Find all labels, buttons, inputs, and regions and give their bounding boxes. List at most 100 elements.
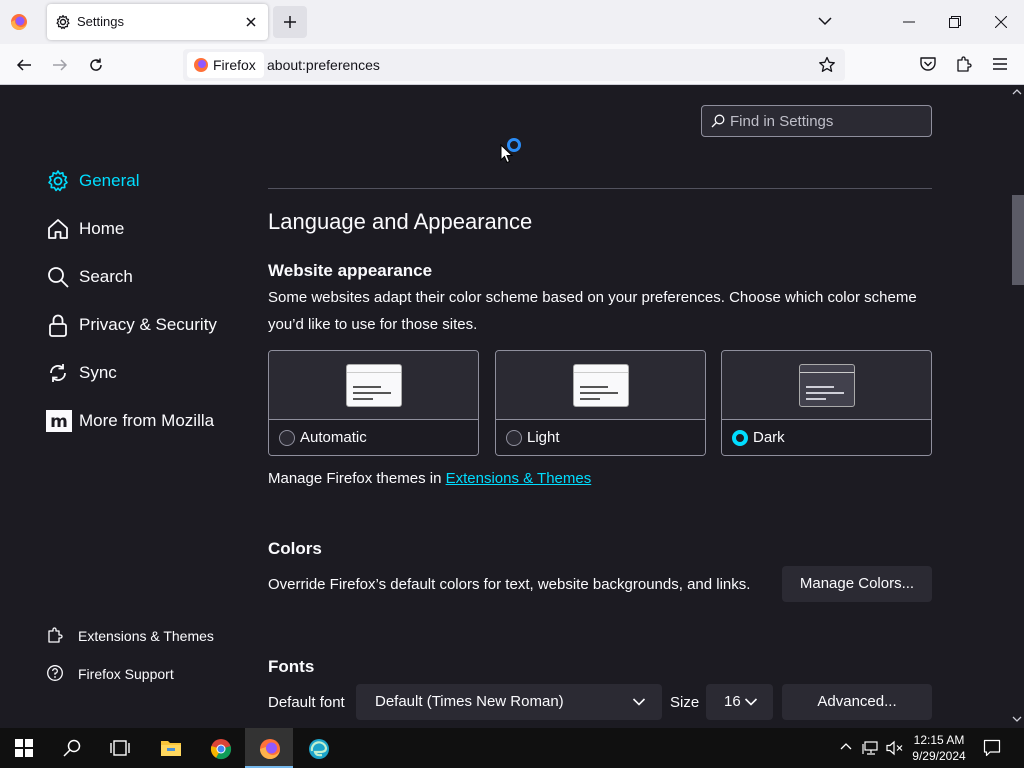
- taskbar-clock[interactable]: 12:15 AM 9/29/2024: [906, 732, 972, 764]
- find-in-settings[interactable]: [701, 105, 932, 137]
- edge-beta-button[interactable]: [294, 728, 342, 768]
- windows-logo-icon: [15, 739, 33, 757]
- sidebar-item-home[interactable]: Home: [44, 213, 244, 245]
- themes-note-text: Manage Firefox themes in: [268, 470, 446, 487]
- chrome-icon: [210, 739, 232, 760]
- show-hidden-icons-icon[interactable]: [839, 740, 853, 754]
- back-button[interactable]: [10, 52, 38, 78]
- tab-title: Settings: [77, 14, 124, 29]
- folder-icon: [161, 741, 181, 756]
- file-explorer-button[interactable]: [146, 728, 194, 768]
- sidebar-footer-label: Extensions & Themes: [78, 628, 214, 644]
- gear-icon: [56, 14, 70, 30]
- pocket-icon[interactable]: [919, 55, 937, 73]
- new-tab-button[interactable]: [273, 6, 307, 38]
- tab-settings[interactable]: Settings: [47, 4, 268, 40]
- edge-beta-icon: [309, 739, 329, 759]
- identity-box[interactable]: Firefox: [187, 52, 264, 78]
- forward-arrow-icon: [53, 59, 68, 71]
- scroll-down-arrow-icon[interactable]: [1012, 715, 1022, 723]
- section-title: Language and Appearance: [268, 209, 533, 234]
- mouse-cursor-icon: [500, 144, 514, 164]
- extensions-puzzle-icon[interactable]: [955, 55, 973, 73]
- restore-icon: [949, 16, 961, 28]
- chevron-down-icon: [744, 698, 758, 706]
- network-icon[interactable]: [862, 740, 880, 756]
- automatic-preview-icon: [346, 364, 402, 407]
- page-scrollbar[interactable]: [1007, 85, 1024, 728]
- firefox-logo-icon[interactable]: [10, 13, 28, 31]
- option-label: Light: [527, 429, 560, 446]
- task-view-button[interactable]: [96, 728, 144, 768]
- hamburger-menu-icon[interactable]: [991, 55, 1009, 73]
- font-size-label: Size: [670, 694, 700, 711]
- radio-automatic[interactable]: [279, 430, 295, 446]
- search-input[interactable]: [730, 106, 926, 136]
- restore-button[interactable]: [932, 0, 978, 44]
- theme-preview: [722, 351, 931, 420]
- sidebar-item-more-from-mozilla[interactable]: m More from Mozilla: [44, 405, 244, 437]
- close-tab-icon[interactable]: [242, 13, 260, 31]
- sidebar-item-label: More from Mozilla: [79, 411, 215, 430]
- manage-colors-button[interactable]: Manage Colors...: [782, 566, 932, 602]
- fonts-heading: Fonts: [268, 657, 315, 676]
- theme-preview: [496, 351, 705, 420]
- mozilla-icon: m: [46, 410, 72, 432]
- close-window-button[interactable]: [978, 0, 1024, 44]
- default-font-label: Default font: [268, 694, 345, 711]
- minimize-button[interactable]: [886, 0, 932, 44]
- appearance-option-dark[interactable]: Dark: [721, 350, 932, 456]
- bookmark-star-icon[interactable]: [818, 56, 836, 74]
- colors-description: Override Firefox’s default colors for te…: [268, 576, 751, 593]
- radio-dark[interactable]: [732, 430, 748, 446]
- plus-icon: [284, 16, 296, 28]
- sidebar-footer-label: Firefox Support: [78, 666, 174, 682]
- sidebar-item-search[interactable]: Search: [44, 261, 244, 293]
- option-label: Dark: [753, 429, 785, 446]
- lock-icon: [49, 314, 67, 337]
- description-line: you’d like to use for those sites.: [268, 316, 478, 333]
- settings-page: General Home Search Privacy & Security S…: [0, 85, 1024, 728]
- font-size-value: 16: [724, 693, 741, 710]
- chrome-button[interactable]: [196, 728, 244, 768]
- back-arrow-icon: [16, 59, 31, 71]
- sidebar-item-privacy[interactable]: Privacy & Security: [44, 309, 244, 341]
- theme-preview: [269, 351, 478, 420]
- close-icon: [995, 16, 1007, 28]
- website-appearance-description: Some websites adapt their color scheme b…: [268, 284, 917, 338]
- notifications-icon[interactable]: [983, 739, 1001, 757]
- sidebar-item-sync[interactable]: Sync: [44, 357, 244, 389]
- reload-button[interactable]: [82, 52, 110, 78]
- forward-button[interactable]: [46, 52, 74, 78]
- advanced-fonts-button[interactable]: Advanced...: [782, 684, 932, 720]
- firefox-logo-icon: [194, 58, 208, 72]
- tab-strip: Settings: [0, 0, 1024, 44]
- scroll-up-arrow-icon[interactable]: [1012, 88, 1022, 96]
- list-all-tabs-icon[interactable]: [817, 13, 833, 29]
- option-label: Automatic: [300, 429, 367, 446]
- search-icon: [711, 114, 725, 128]
- navigation-toolbar: Firefox about:preferences: [0, 44, 1024, 85]
- url-text[interactable]: about:preferences: [267, 57, 380, 73]
- font-size-select[interactable]: 16: [706, 684, 773, 720]
- start-button[interactable]: [0, 728, 48, 768]
- volume-muted-icon[interactable]: [886, 740, 904, 756]
- dark-preview-icon: [799, 364, 855, 407]
- appearance-option-light[interactable]: Light: [495, 350, 706, 456]
- chevron-down-icon: [632, 698, 646, 706]
- sync-icon: [50, 364, 66, 382]
- sidebar-item-general[interactable]: General: [44, 165, 244, 197]
- help-icon: [47, 665, 63, 681]
- appearance-option-automatic[interactable]: Automatic: [268, 350, 479, 456]
- radio-light[interactable]: [506, 430, 522, 446]
- firefox-taskbar-button[interactable]: [245, 728, 293, 768]
- themes-note: Manage Firefox themes in Extensions & Th…: [268, 465, 591, 492]
- default-font-select[interactable]: Default (Times New Roman): [356, 684, 662, 720]
- extensions-themes-link[interactable]: Extensions & Themes: [446, 470, 592, 487]
- task-view-icon: [110, 740, 130, 756]
- url-bar[interactable]: Firefox about:preferences: [183, 49, 845, 81]
- scrollbar-thumb[interactable]: [1012, 195, 1024, 285]
- taskbar-search-button[interactable]: [48, 728, 96, 768]
- svg-text:m: m: [50, 412, 68, 432]
- sidebar-item-label: Privacy & Security: [79, 315, 217, 334]
